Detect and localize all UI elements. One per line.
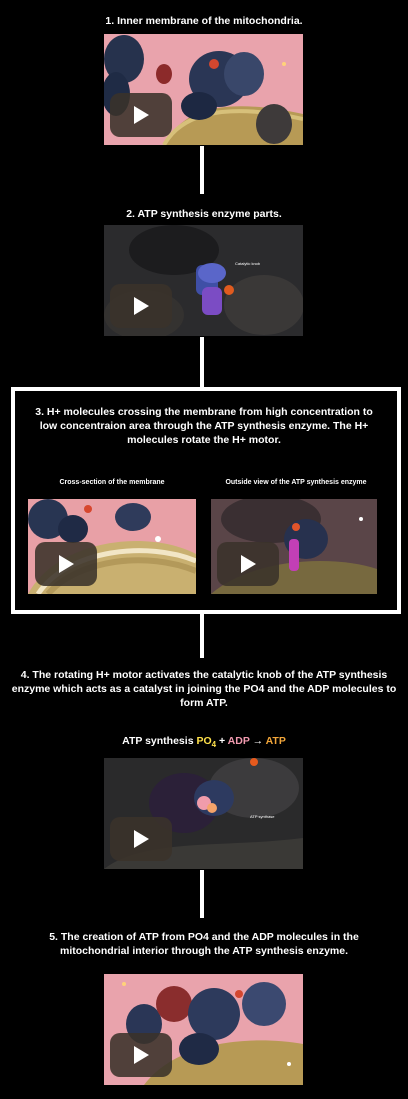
play-icon	[241, 555, 256, 573]
step-3-right-title: Outside view of the ATP synthesis enzyme	[225, 479, 367, 486]
play-icon	[134, 297, 149, 315]
atp-synthase-label: ATP synthase	[250, 814, 275, 819]
connector-line	[200, 870, 204, 918]
step-3-caption: 3. H+ molecules crossing the membrane fr…	[35, 406, 373, 446]
play-button[interactable]	[110, 817, 172, 861]
play-button[interactable]	[110, 1033, 172, 1077]
play-button[interactable]	[35, 542, 97, 586]
plus-sign: +	[219, 735, 226, 747]
step-5-caption: 5. The creation of ATP from PO4 and the …	[49, 931, 359, 957]
step-1-caption: 1. Inner membrane of the mitochondria.	[105, 15, 303, 27]
step-3-right-video[interactable]	[211, 499, 377, 594]
play-icon	[134, 830, 149, 848]
adp-label: ADP	[227, 735, 250, 747]
step-3-left-video[interactable]	[28, 499, 196, 594]
arrow-icon: →	[252, 735, 264, 747]
step-2-video[interactable]: Catalytic knob	[104, 225, 303, 336]
catalytic-knob-label: Catalytic knob	[235, 261, 261, 266]
step-3-left-title: Cross-section of the membrane	[59, 479, 165, 486]
connector-line	[200, 146, 204, 194]
step-4-video[interactable]: ATP synthase	[104, 758, 303, 869]
step-5-video[interactable]	[104, 974, 303, 1085]
reaction-lead: ATP synthesis	[122, 735, 194, 747]
play-button[interactable]	[110, 93, 172, 137]
step-1-video[interactable]	[104, 34, 303, 145]
reaction-equation: ATP synthesis PO4 + ADP → ATP	[0, 734, 408, 752]
play-button[interactable]	[217, 542, 279, 586]
connector-line	[200, 337, 204, 387]
po4-label: PO4	[196, 735, 217, 750]
play-icon	[134, 1046, 149, 1064]
play-icon	[59, 555, 74, 573]
atp-label: ATP	[265, 735, 286, 747]
play-button[interactable]	[110, 284, 172, 328]
connector-line	[200, 610, 204, 658]
step-4-caption: 4. The rotating H+ motor activates the c…	[11, 669, 397, 709]
play-icon	[134, 106, 149, 124]
step-2-caption: 2. ATP synthesis enzyme parts.	[126, 208, 282, 220]
